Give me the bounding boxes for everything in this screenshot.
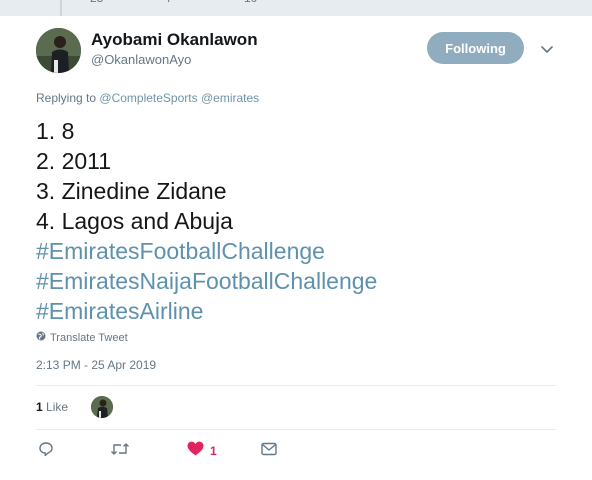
- tweet-line: 3. Zinedine Zidane: [36, 178, 227, 204]
- chevron-down-icon[interactable]: [538, 40, 556, 58]
- replying-to: Replying to @CompleteSports @emirates: [36, 91, 259, 105]
- globe-icon: [36, 331, 46, 344]
- like-count: 1: [210, 444, 217, 458]
- envelope-icon: [261, 442, 277, 461]
- hashtag-link[interactable]: #EmiratesAirline: [36, 296, 377, 326]
- tweet-line: 4. Lagos and Abuja: [36, 208, 233, 234]
- author-handle[interactable]: @OkanlawonAyo: [91, 52, 191, 67]
- likes-label: Like: [46, 400, 69, 414]
- thread-connector-line: [60, 0, 62, 16]
- author-name[interactable]: Ayobami Okanlawon: [91, 30, 258, 50]
- likes-stat[interactable]: 1 Like: [36, 400, 68, 414]
- tweet-line: 1. 8: [36, 118, 75, 144]
- liker-avatar[interactable]: [91, 396, 113, 418]
- likes-count: 1: [36, 400, 43, 414]
- previous-like-count[interactable]: 10: [244, 0, 257, 5]
- previous-reply-count[interactable]: 23: [90, 0, 103, 5]
- previous-tweet-strip: [0, 0, 592, 16]
- tweet-timestamp[interactable]: 2:13 PM - 25 Apr 2019: [36, 358, 156, 372]
- retweet-button[interactable]: [110, 442, 130, 460]
- tweet-line: 2. 2011: [36, 148, 112, 174]
- mention-link[interactable]: @emirates: [201, 91, 259, 105]
- mention-link[interactable]: @CompleteSports: [99, 91, 197, 105]
- following-button[interactable]: Following: [427, 32, 524, 64]
- reply-button[interactable]: [38, 441, 54, 462]
- reply-icon: [38, 441, 54, 462]
- author-avatar[interactable]: [36, 28, 81, 73]
- hashtag-link[interactable]: #EmiratesNaijaFootballChallenge: [36, 266, 377, 296]
- direct-message-button[interactable]: [261, 442, 277, 460]
- hashtag-link[interactable]: #EmiratesFootballChallenge: [36, 236, 377, 266]
- translate-tweet-link[interactable]: Translate Tweet: [36, 331, 128, 344]
- translate-tweet-label: Translate Tweet: [50, 331, 128, 344]
- replying-to-label: Replying to: [36, 91, 97, 105]
- divider: [36, 429, 556, 430]
- heart-icon: [187, 441, 204, 461]
- retweet-icon: [110, 441, 130, 462]
- tweet-text: 1. 8 2. 2011 3. Zinedine Zidane 4. Lagos…: [36, 116, 377, 326]
- divider: [36, 385, 556, 386]
- like-button[interactable]: 1: [187, 441, 217, 461]
- previous-retweet-count[interactable]: 4: [164, 0, 171, 5]
